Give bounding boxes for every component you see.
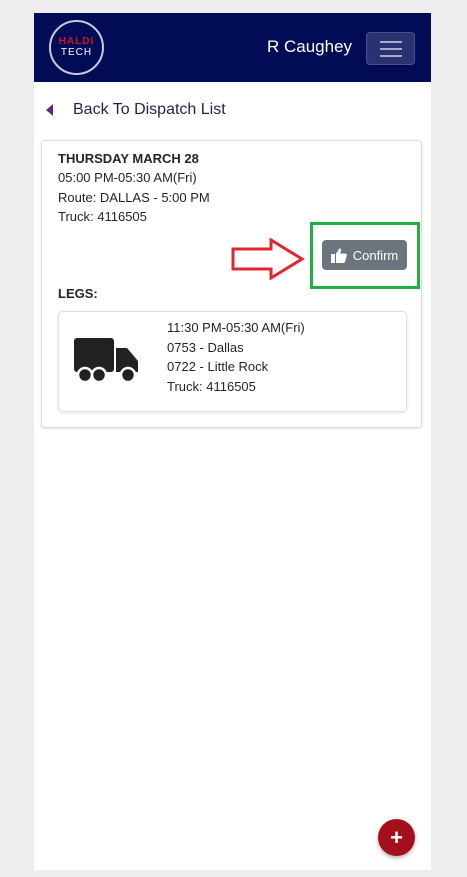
- add-button[interactable]: +: [378, 819, 415, 856]
- leg-time: 11:30 PM-05:30 AM(Fri): [167, 320, 305, 335]
- annotation-arrow-icon: [231, 238, 305, 280]
- dispatch-time: 05:00 PM-05:30 AM(Fri): [58, 170, 197, 185]
- dispatch-card: THURSDAY MARCH 28 05:00 PM-05:30 AM(Fri)…: [41, 140, 422, 428]
- leg-origin: 0753 - Dallas: [167, 340, 244, 355]
- app-screen: HALDI TECH R Caughey Back To Dispatch Li…: [34, 13, 431, 870]
- logo-text-top: HALDI: [58, 36, 95, 47]
- haldi-tech-logo[interactable]: HALDI TECH: [49, 20, 104, 75]
- leg-card[interactable]: 11:30 PM-05:30 AM(Fri) 0753 - Dallas 072…: [58, 311, 407, 412]
- confirm-button[interactable]: Confirm: [322, 240, 407, 270]
- leg-truck: Truck: 4116505: [167, 379, 256, 394]
- truck-icon: [74, 338, 138, 383]
- caret-left-icon: [46, 104, 53, 116]
- logo-text-bottom: TECH: [60, 47, 93, 58]
- back-to-dispatch-link[interactable]: Back To Dispatch List: [46, 101, 226, 119]
- dispatch-truck: Truck: 4116505: [58, 209, 147, 224]
- dispatch-route: Route: DALLAS - 5:00 PM: [58, 190, 210, 205]
- thumbs-up-icon: [330, 248, 347, 263]
- dispatch-date: THURSDAY MARCH 28: [58, 151, 199, 166]
- top-navbar: HALDI TECH R Caughey: [34, 13, 431, 82]
- leg-destination: 0722 - Little Rock: [167, 359, 269, 374]
- confirm-button-label: Confirm: [352, 247, 399, 263]
- user-name: R Caughey: [267, 37, 353, 56]
- hamburger-icon: [379, 40, 402, 43]
- menu-toggle-button[interactable]: [366, 32, 415, 65]
- legs-heading: LEGS:: [58, 286, 98, 301]
- back-link-label: Back To Dispatch List: [73, 101, 226, 118]
